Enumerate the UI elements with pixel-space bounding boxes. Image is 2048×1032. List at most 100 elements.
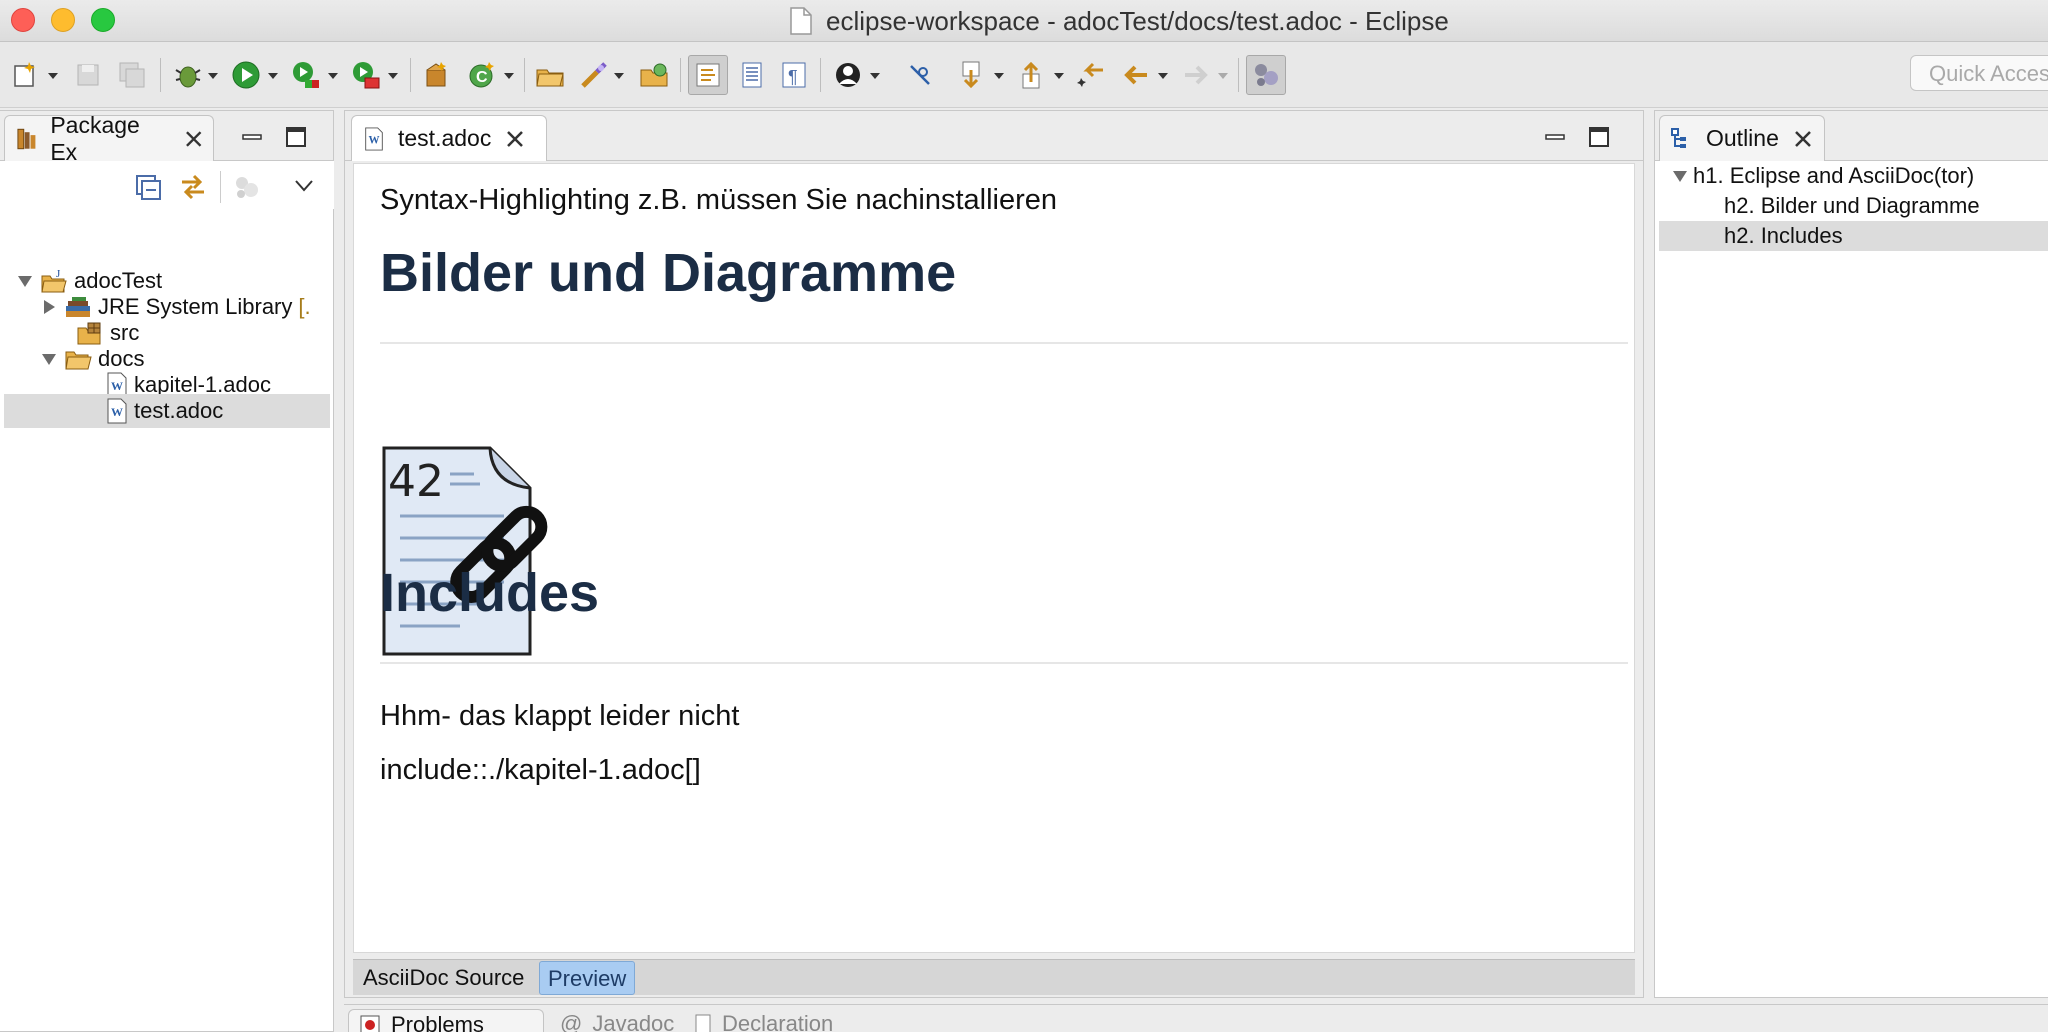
show-whitespace-icon[interactable]: ¶ <box>774 55 814 95</box>
editor-page-tabs: AsciiDoc Source Preview <box>353 959 1635 995</box>
toolbar-separator <box>524 58 525 92</box>
close-icon[interactable] <box>505 129 525 149</box>
tree-item-label: test.adoc <box>134 398 224 423</box>
tab-asciidoc-source[interactable]: AsciiDoc Source <box>355 961 532 995</box>
new-class-dropdown-arrow-icon[interactable] <box>504 73 514 79</box>
tab-package-explorer[interactable]: Package Ex <box>4 112 214 165</box>
svg-text:C: C <box>476 69 488 86</box>
window-title: eclipse-workspace - adocTest/docs/test.a… <box>826 5 1449 36</box>
external-tools-dropdown-arrow-icon[interactable] <box>388 73 398 79</box>
tab-javadoc[interactable]: @ Javadoc <box>560 1009 674 1032</box>
bottom-panel-tabbar: Problems @ Javadoc Declaration <box>344 1004 2048 1032</box>
new-icon[interactable] <box>6 55 46 95</box>
search-icon[interactable] <box>574 55 614 95</box>
next-annotation-icon[interactable] <box>952 55 992 95</box>
coverage-dropdown-arrow-icon[interactable] <box>328 73 338 79</box>
tab-outline[interactable]: Outline <box>1659 115 1825 161</box>
package-explorer-tabbar: Package Ex <box>0 111 333 165</box>
collapse-all-icon[interactable] <box>134 173 162 201</box>
team-dropdown-arrow-icon[interactable] <box>870 73 880 79</box>
tab-label: Javadoc <box>592 1011 675 1032</box>
outline-item-h1[interactable]: h1. Eclipse and AsciiDoc(tor) <box>1659 161 2048 191</box>
search-dropdown-arrow-icon[interactable] <box>614 73 624 79</box>
tab-problems[interactable]: Problems <box>348 1009 544 1032</box>
debug-icon[interactable] <box>168 55 208 95</box>
title-bar: eclipse-workspace - adocTest/docs/test.a… <box>0 0 2048 42</box>
toolbar-separator <box>410 58 411 92</box>
back-icon[interactable] <box>1116 55 1156 95</box>
toolbar-separator <box>160 58 161 92</box>
toggle-block-icon[interactable] <box>732 55 772 95</box>
tab-preview[interactable]: Preview <box>539 961 636 995</box>
open-type-icon[interactable] <box>530 55 570 95</box>
minimize-view-icon[interactable] <box>240 125 264 149</box>
adoc-file-icon: W <box>365 126 383 151</box>
save-all-icon[interactable] <box>112 55 152 95</box>
team-icon[interactable] <box>828 55 868 95</box>
expanded-twisty-icon[interactable] <box>16 272 34 290</box>
perspective-icon[interactable] <box>1246 55 1286 95</box>
debug-dropdown-arrow-icon[interactable] <box>208 73 218 79</box>
run-icon[interactable] <box>226 55 266 95</box>
focus-on-active-task-icon[interactable] <box>232 173 262 201</box>
preview-heading-bilder: Bilder und Diagramme <box>380 243 957 303</box>
toggle-mark-occurrences-icon[interactable] <box>688 55 728 95</box>
tab-test-adoc[interactable]: W test.adoc <box>351 115 547 161</box>
close-icon[interactable] <box>184 129 203 149</box>
forward-icon[interactable] <box>1176 55 1216 95</box>
heading-divider <box>380 662 1628 664</box>
preview-paragraph-include: include::./kapitel-1.adoc[] <box>380 754 701 786</box>
back-dropdown-arrow-icon[interactable] <box>1158 73 1168 79</box>
toolbar-separator <box>820 58 821 92</box>
save-icon[interactable] <box>68 55 108 95</box>
last-edit-icon[interactable] <box>1072 55 1112 95</box>
tab-label: Declaration <box>722 1011 834 1032</box>
outline-item-label: h1. Eclipse and AsciiDoc(tor) <box>1693 163 1975 188</box>
svg-text:J: J <box>56 268 61 280</box>
view-menu-chevron-down-icon[interactable] <box>294 179 314 193</box>
link-with-editor-icon[interactable] <box>178 173 208 201</box>
expanded-twisty-icon[interactable] <box>40 350 58 368</box>
maximize-view-icon[interactable] <box>1587 125 1611 149</box>
outline-item-h2-includes[interactable]: h2. Includes <box>1659 221 2048 251</box>
next-annotation-dropdown-arrow-icon[interactable] <box>994 73 1004 79</box>
new-dropdown-arrow-icon[interactable] <box>48 73 58 79</box>
javadoc-icon: @ <box>560 1011 583 1032</box>
previous-annotation-icon[interactable] <box>1012 55 1052 95</box>
external-tools-icon[interactable] <box>346 55 386 95</box>
heading-divider <box>380 342 1628 344</box>
outline-item-label: h2. Bilder und Diagramme <box>1724 193 1980 218</box>
tab-label: Problems <box>391 1011 484 1032</box>
zoom-window-button[interactable] <box>91 8 115 32</box>
preview-paragraph: Hhm- das klappt leider nicht <box>380 700 740 732</box>
expanded-twisty-icon[interactable] <box>1671 167 1689 185</box>
close-icon[interactable] <box>1793 129 1813 149</box>
new-class-icon[interactable]: C <box>462 55 502 95</box>
document-proxy-icon[interactable] <box>790 7 812 35</box>
package-explorer-tab-label: Package Ex <box>50 111 140 165</box>
collapsed-twisty-icon[interactable] <box>40 298 58 316</box>
package-explorer-icon <box>17 128 36 149</box>
close-window-button[interactable] <box>11 8 35 32</box>
quick-access-input[interactable]: Quick Access <box>1910 55 2048 91</box>
asciidoc-preview[interactable]: Syntax-Highlighting z.B. müssen Sie nach… <box>353 163 1635 953</box>
declaration-icon <box>695 1014 711 1032</box>
preview-intro-text: Syntax-Highlighting z.B. müssen Sie nach… <box>380 184 1058 216</box>
outline-item-h2-bilder[interactable]: h2. Bilder und Diagramme <box>1659 191 2048 221</box>
editor-tab-label: test.adoc <box>398 125 492 151</box>
maximize-view-icon[interactable] <box>284 125 308 149</box>
new-package-icon[interactable] <box>416 55 456 95</box>
minimize-window-button[interactable] <box>51 8 75 32</box>
tree-item-test-adoc[interactable]: W test.adoc <box>4 394 330 428</box>
editor-view: W test.adoc Syntax-Highlighting z.B. müs… <box>344 110 1644 998</box>
previous-annotation-dropdown-arrow-icon[interactable] <box>1054 73 1064 79</box>
svg-text:W: W <box>111 405 123 419</box>
outline-tab-label: Outline <box>1706 125 1779 151</box>
pin-icon[interactable] <box>900 55 940 95</box>
tab-declaration[interactable]: Declaration <box>694 1009 833 1032</box>
open-task-icon[interactable] <box>634 55 674 95</box>
coverage-icon[interactable] <box>286 55 326 95</box>
run-dropdown-arrow-icon[interactable] <box>268 73 278 79</box>
minimize-view-icon[interactable] <box>1543 125 1567 149</box>
forward-dropdown-arrow-icon[interactable] <box>1218 73 1228 79</box>
